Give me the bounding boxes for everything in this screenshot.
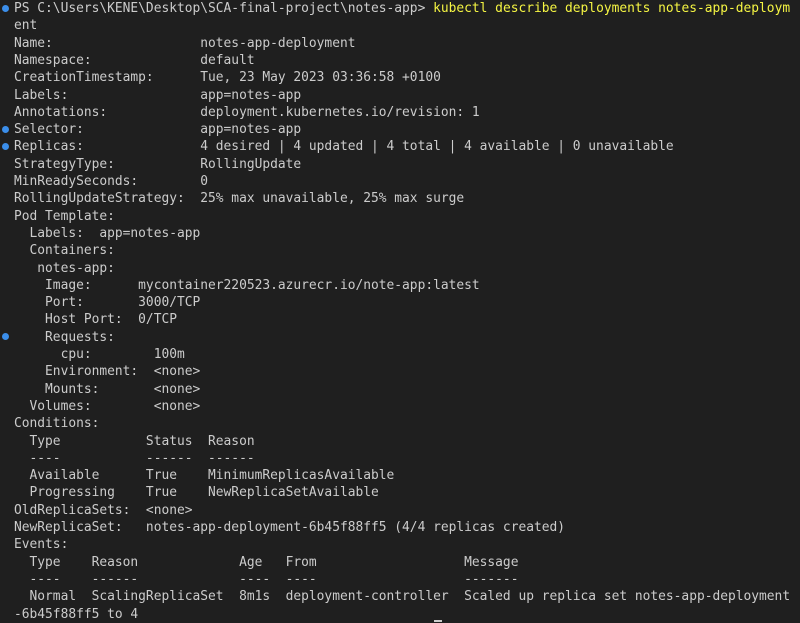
output-line: ---- ------ ---- ---- -------	[14, 571, 519, 587]
output-line: CreationTimestamp: Tue, 23 May 2023 03:3…	[14, 70, 441, 86]
command-decoration-icon[interactable]	[2, 5, 9, 12]
output-line: Mounts: <none>	[14, 381, 201, 397]
terminal-panel[interactable]: PS C:\Users\KENE\Desktop\SCA-final-proje…	[0, 0, 800, 623]
output-line: notes-app:	[14, 260, 115, 276]
output-line: Progressing True NewReplicaSetAvailable	[14, 485, 379, 501]
output-line: Namespace: default	[14, 52, 255, 68]
output-line: Selector: app=notes-app	[14, 122, 302, 138]
output-line: Volumes: <none>	[14, 398, 201, 414]
output-line: Type Status Reason	[14, 433, 255, 449]
output-line: MinReadySeconds: 0	[14, 174, 209, 189]
fold-marker-icon[interactable]	[2, 126, 9, 133]
output-line: Labels: app=notes-app	[14, 225, 201, 241]
output-line: Replicas: 4 desired | 4 updated | 4 tota…	[14, 139, 674, 155]
output-line: Labels: app=notes-app	[14, 87, 302, 103]
prompt-text: PS C:\Users\KENE\Desktop\SCA-final-proje…	[14, 1, 434, 16]
command-line: PS C:\Users\KENE\Desktop\SCA-final-proje…	[14, 0, 790, 17]
output-line: ent	[14, 18, 38, 34]
fold-marker-icon[interactable]	[2, 333, 9, 340]
output-line: -6b45f88ff5 to 4	[14, 606, 139, 622]
command-text: kubectl describe deployments notes-app-d…	[433, 1, 791, 16]
output-line: Port: 3000/TCP	[14, 295, 201, 311]
output-line: ---- ------ ------	[14, 450, 255, 466]
text-cursor	[434, 620, 442, 622]
output-line: Name: notes-app-deployment	[14, 35, 356, 51]
output-line: Image: mycontainer220523.azurecr.io/note…	[14, 277, 480, 293]
output-line: cpu: 100m	[14, 347, 185, 362]
output-line: Type Reason Age From Message	[14, 554, 519, 570]
fold-marker-icon[interactable]	[2, 143, 9, 150]
output-line: Conditions:	[14, 416, 100, 432]
output-line: Environment: <none>	[14, 364, 201, 380]
output-line: Requests:	[14, 329, 115, 345]
output-line: NewReplicaSet: notes-app-deployment-6b45…	[14, 520, 566, 535]
output-line: Normal ScalingReplicaSet 8m1s deployment…	[14, 589, 791, 605]
output-line: StrategyType: RollingUpdate	[14, 156, 302, 172]
output-line: Containers:	[14, 243, 115, 259]
output-line: Pod Template:	[14, 208, 115, 224]
output-line: Available True MinimumReplicasAvailable	[14, 468, 395, 484]
output-line: Annotations: deployment.kubernetes.io/re…	[14, 104, 480, 120]
output-line: Host Port: 0/TCP	[14, 312, 177, 328]
output-line: OldReplicaSets: <none>	[14, 502, 193, 518]
output-line: Events:	[14, 537, 69, 553]
output-line: RollingUpdateStrategy: 25% max unavailab…	[14, 191, 465, 207]
